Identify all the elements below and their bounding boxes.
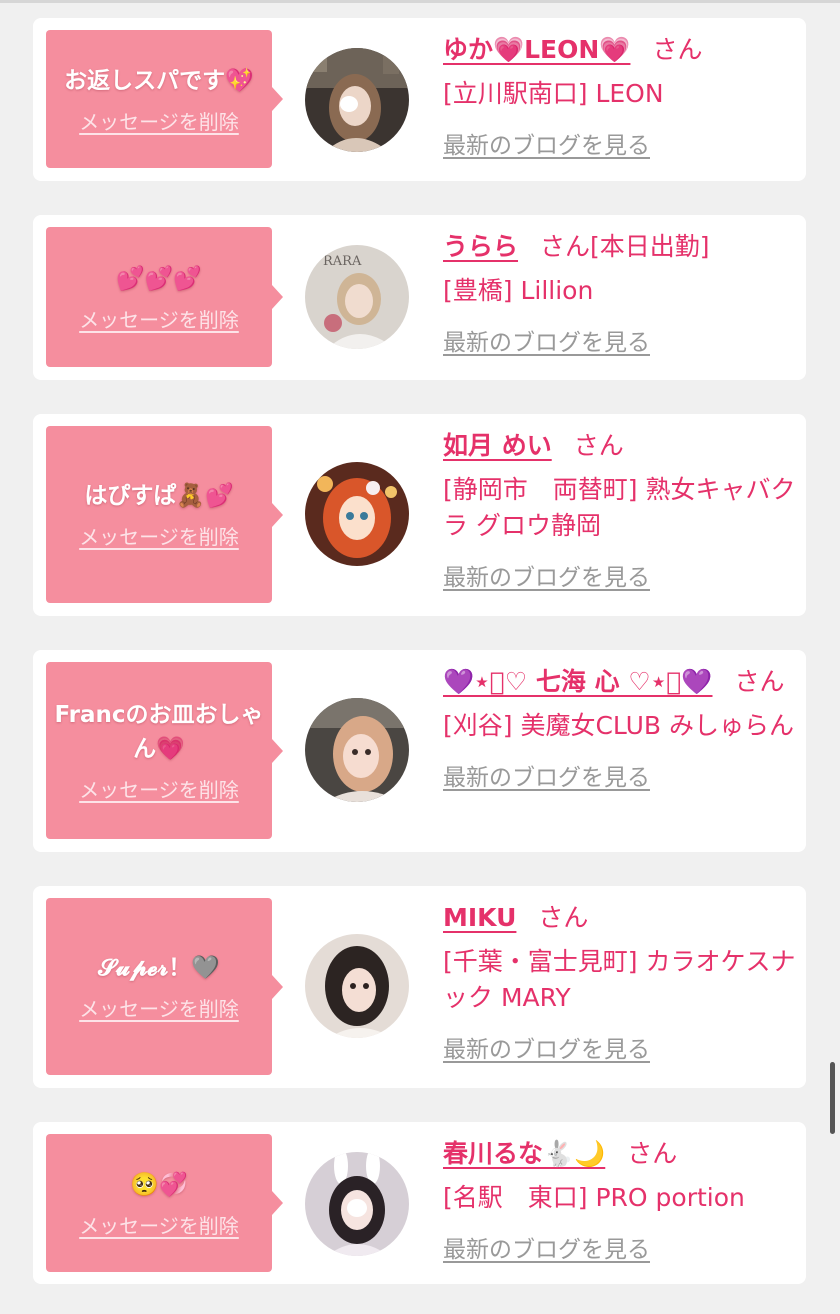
shop-label: [千葉・富士見町] カラオケスナック MARY — [443, 947, 796, 1012]
message-card: Francのお皿おしゃん💗 メッセージを削除 💜⋆͛♡ 七海 心 ♡⋆͛💜 さん … — [33, 650, 806, 852]
message-text: 🥺💞 — [130, 1171, 188, 1198]
honorific: さん — [540, 232, 591, 261]
scrollbar[interactable] — [830, 1062, 835, 1134]
delete-message-link[interactable]: メッセージを削除 — [79, 304, 239, 333]
girl-name-link[interactable]: うらら — [443, 232, 518, 261]
message-text: はぴすぱ🧸💕 — [84, 483, 234, 509]
shop-label: [豊橋] Lillion — [443, 276, 594, 305]
girl-name-link[interactable]: 💜⋆͛♡ 七海 心 ♡⋆͛💜 — [443, 667, 713, 696]
latest-blog-link[interactable]: 最新のブログを見る — [443, 1030, 650, 1064]
latest-blog-link[interactable]: 最新のブログを見る — [443, 558, 650, 592]
girl-info: うらら さん[本日出勤] [豊橋] Lillion 最新のブログを見る — [443, 229, 798, 357]
shop-label: [立川駅南口] LEON — [443, 79, 664, 108]
avatar-text: RARA — [323, 254, 362, 269]
girl-name-link[interactable]: 如月 めい — [443, 431, 552, 460]
latest-blog-link[interactable]: 最新のブログを見る — [443, 323, 650, 357]
shop-label: [刈谷] 美魔女CLUB みしゅらん — [443, 711, 794, 740]
name-line: MIKU さん — [443, 900, 798, 936]
name-line: 💜⋆͛♡ 七海 心 ♡⋆͛💜 さん — [443, 664, 798, 700]
message-bubble: Francのお皿おしゃん💗 メッセージを削除 — [46, 662, 283, 839]
message-card: 💕💕💕 メッセージを削除 RARA うらら さん[本日出勤] [豊橋] Lilli… — [33, 215, 806, 380]
delete-message-link[interactable]: メッセージを削除 — [79, 993, 239, 1022]
girl-name-link[interactable]: 春川るな🐇🌙 — [443, 1139, 605, 1168]
message-bubble: 🥺💞 メッセージを削除 — [46, 1134, 283, 1272]
honorific: さん — [538, 903, 589, 932]
girl-name-link[interactable]: ゆか💗LEON💗 — [443, 35, 630, 64]
attendance-badge: [本日出勤] — [590, 232, 710, 261]
top-divider — [0, 0, 840, 3]
girl-info: 💜⋆͛♡ 七海 心 ♡⋆͛💜 さん [刈谷] 美魔女CLUB みしゅらん 最新のブ… — [443, 664, 798, 792]
girl-info: MIKU さん [千葉・富士見町] カラオケスナック MARY 最新のブログを見る — [443, 900, 798, 1064]
delete-message-link[interactable]: メッセージを削除 — [79, 106, 239, 135]
message-card: 𝓢𝓾𝓹𝓮𝓻！🩶 メッセージを削除 MIKU さん [千葉・富士見町] カラオケスナ… — [33, 886, 806, 1088]
message-bubble: お返しスパです💖 メッセージを削除 — [46, 30, 283, 168]
girl-info: 春川るな🐇🌙 さん [名駅 東口] PRO portion 最新のブログを見る — [443, 1136, 798, 1264]
avatar[interactable] — [305, 934, 409, 1038]
avatar[interactable] — [305, 462, 409, 566]
message-text: 𝓢𝓾𝓹𝓮𝓻！🩶 — [98, 955, 220, 981]
girl-info: ゆか💗LEON💗 さん [立川駅南口] LEON 最新のブログを見る — [443, 32, 798, 160]
message-card: はぴすぱ🧸💕 メッセージを削除 如月 めい さん [静岡市 両替町] 熟女キャバク… — [33, 414, 806, 616]
message-text: お返しスパです💖 — [64, 67, 254, 94]
name-line: うらら さん[本日出勤] — [443, 229, 798, 265]
name-line: ゆか💗LEON💗 さん — [443, 32, 798, 68]
honorific: さん — [652, 35, 703, 64]
avatar[interactable]: RARA — [305, 245, 409, 349]
message-bubble: はぴすぱ🧸💕 メッセージを削除 — [46, 426, 283, 603]
shop-label: [静岡市 両替町] 熟女キャバクラ グロウ静岡 — [443, 475, 796, 540]
shop-label: [名駅 東口] PRO portion — [443, 1183, 745, 1212]
avatar[interactable] — [305, 1152, 409, 1256]
latest-blog-link[interactable]: 最新のブログを見る — [443, 1230, 650, 1264]
delete-message-link[interactable]: メッセージを削除 — [79, 1210, 239, 1239]
latest-blog-link[interactable]: 最新のブログを見る — [443, 758, 650, 792]
avatar[interactable] — [305, 698, 409, 802]
name-line: 如月 めい さん — [443, 428, 798, 464]
name-line: 春川るな🐇🌙 さん — [443, 1136, 798, 1172]
honorific: さん — [627, 1139, 678, 1168]
message-text: 💕💕💕 — [116, 265, 202, 292]
message-card: 🥺💞 メッセージを削除 春川るな🐇🌙 さん [名駅 東口] PRO portion… — [33, 1122, 806, 1284]
message-text: Francのお皿おしゃん💗 — [54, 702, 264, 762]
avatar[interactable] — [305, 48, 409, 152]
honorific: さん — [734, 667, 785, 696]
delete-message-link[interactable]: メッセージを削除 — [79, 774, 239, 803]
girl-name-link[interactable]: MIKU — [443, 903, 516, 932]
message-bubble: 𝓢𝓾𝓹𝓮𝓻！🩶 メッセージを削除 — [46, 898, 283, 1075]
message-card: お返しスパです💖 メッセージを削除 ゆか💗LEON💗 さん [立川駅南口] LEO… — [33, 18, 806, 181]
latest-blog-link[interactable]: 最新のブログを見る — [443, 126, 650, 160]
girl-info: 如月 めい さん [静岡市 両替町] 熟女キャバクラ グロウ静岡 最新のブログを見… — [443, 428, 798, 592]
delete-message-link[interactable]: メッセージを削除 — [79, 521, 239, 550]
message-bubble: 💕💕💕 メッセージを削除 — [46, 227, 283, 367]
honorific: さん — [573, 431, 624, 460]
